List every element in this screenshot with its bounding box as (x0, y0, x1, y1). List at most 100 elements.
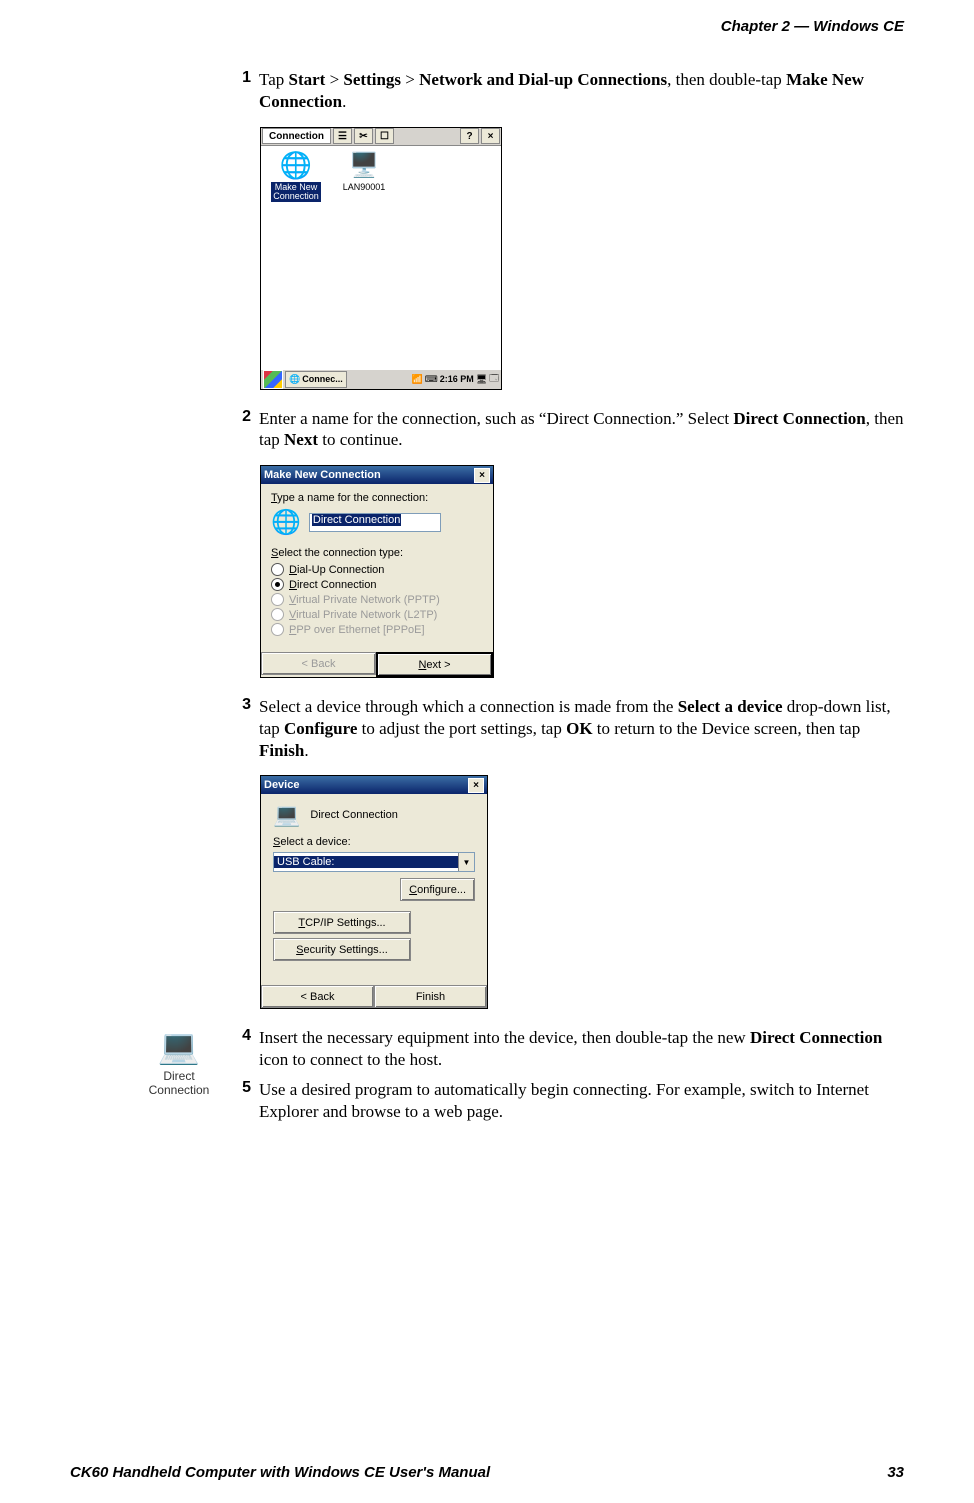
help-button[interactable]: ? (460, 128, 479, 144)
t: Configure (284, 719, 357, 738)
t: Direct Connection (750, 1028, 882, 1047)
t: to return to the Device screen, then tap (593, 719, 861, 738)
t: Direct (163, 1069, 194, 1083)
window-title: Connection (262, 128, 331, 144)
finish-button[interactable]: Finish (374, 985, 487, 1008)
step-text: Select a device through which a connecti… (259, 696, 904, 761)
toolbar-properties-icon[interactable]: ☐ (375, 128, 394, 144)
radio-icon (271, 578, 284, 591)
t: icon to connect to the host. (259, 1050, 442, 1069)
t: Network and Dial-up Connections (419, 70, 667, 89)
dialog-title: Device (264, 779, 299, 791)
t: Connection (149, 1083, 210, 1097)
radio-vpn-l2tp: Virtual Private Network (L2TP) (271, 608, 483, 621)
direct-connection-margin-icon: 💻 Direct Connection (136, 1027, 222, 1097)
running-head: Chapter 2 — Windows CE (70, 18, 904, 35)
back-button[interactable]: < Back (261, 985, 374, 1008)
t: Start (289, 70, 326, 89)
screenshot-make-new-connection-dialog: Make New Connection × Type a name for th… (260, 465, 494, 678)
radio-icon (271, 623, 284, 636)
toolbar-cut-icon[interactable]: ✂ (354, 128, 373, 144)
t: OK (566, 719, 592, 738)
dialog-title: Make New Connection (264, 469, 381, 481)
screenshot-connection-window: Connection ☰ ✂ ☐ ? × 🌐 Make NewConnectio… (260, 127, 502, 390)
t: to adjust the port settings, tap (357, 719, 566, 738)
select-device-label: Select a device: (273, 836, 475, 848)
taskbar: 🌐Connec... 📶 ⌨ 2:16 PM 🖥 🗔 (261, 369, 501, 389)
step-1: 1 Tap Start > Settings > Network and Dia… (232, 69, 904, 113)
device-select[interactable]: USB Cable: ▼ (273, 852, 475, 872)
select-value: USB Cable: (274, 856, 458, 868)
desktop-icon[interactable]: 🗔 (489, 371, 499, 387)
t: Settings (343, 70, 401, 89)
window-titlebar: Connection ☰ ✂ ☐ ? × (261, 128, 501, 146)
radio-dialup[interactable]: Dial-Up Connection (271, 563, 483, 576)
step-number: 4 (232, 1027, 251, 1071)
close-button[interactable]: × (474, 468, 490, 483)
connection-wizard-icon: 🌐 (271, 508, 301, 537)
t: > (401, 70, 419, 89)
step-text: Enter a name for the connection, such as… (259, 408, 904, 452)
step-5: 5 Use a desired program to automatically… (232, 1079, 904, 1123)
t: Tap (259, 70, 289, 89)
step-number: 3 (232, 696, 251, 761)
toolbar-icon[interactable]: ☰ (333, 128, 352, 144)
t: Select a device through which a connecti… (259, 697, 678, 716)
tcpip-settings-button[interactable]: TCP/IP Settings... (273, 911, 411, 934)
page-footer: CK60 Handheld Computer with Windows CE U… (70, 1464, 904, 1481)
radio-vpn-pptp: Virtual Private Network (PPTP) (271, 593, 483, 606)
step-3: 3 Select a device through which a connec… (232, 696, 904, 761)
step-number: 1 (232, 69, 251, 113)
computer-cable-icon: 💻 (136, 1027, 222, 1067)
dialog-titlebar: Device × (261, 776, 487, 794)
chevron-down-icon: ▼ (458, 853, 474, 871)
configure-button[interactable]: Configure... (400, 878, 475, 901)
t: Finish (259, 741, 304, 760)
close-button[interactable]: × (468, 778, 484, 793)
tray-icon[interactable]: 🖥 (476, 374, 487, 385)
window-body: 🌐 Make NewConnection 🖥️ LAN90001 (261, 146, 501, 380)
security-settings-button[interactable]: Security Settings... (273, 938, 411, 961)
radio-icon (271, 608, 284, 621)
radio-direct[interactable]: Direct Connection (271, 578, 483, 591)
page-number: 33 (887, 1464, 904, 1481)
close-button[interactable]: × (481, 128, 500, 144)
footer-title: CK60 Handheld Computer with Windows CE U… (70, 1464, 490, 1481)
t: Next (284, 430, 318, 449)
step-4: 4 Insert the necessary equipment into th… (232, 1027, 904, 1071)
type-label: Select the connection type: (271, 547, 483, 559)
globe-wizard-icon: 🌐 (280, 150, 312, 181)
step-number: 2 (232, 408, 251, 452)
t: Direct Connection (733, 409, 865, 428)
item-label: Make NewConnection (271, 182, 321, 203)
back-button: < Back (261, 652, 376, 675)
tray-icon[interactable]: ⌨ (425, 374, 438, 385)
next-button[interactable]: Next > (376, 652, 493, 677)
taskbar-item-connections[interactable]: 🌐Connec... (285, 371, 347, 388)
name-label: Type a name for the connection: (271, 492, 483, 504)
tray-icon[interactable]: 📶 (412, 374, 423, 385)
t: Insert the necessary equipment into the … (259, 1028, 750, 1047)
t: Select a device (678, 697, 783, 716)
lan-connection-item[interactable]: 🖥️ LAN90001 (337, 151, 391, 193)
t: . (304, 741, 308, 760)
item-label: LAN90001 (341, 182, 388, 193)
t: Enter a name for the connection, such as… (259, 409, 733, 428)
connection-heading: Direct Connection (310, 809, 397, 821)
network-adapter-icon: 🖥️ (349, 151, 379, 180)
step-text: Use a desired program to automatically b… (259, 1079, 904, 1123)
radio-icon (271, 563, 284, 576)
t: Connec... (302, 374, 343, 384)
t: > (325, 70, 343, 89)
radio-icon (271, 593, 284, 606)
step-2: 2 Enter a name for the connection, such … (232, 408, 904, 452)
start-button[interactable] (263, 370, 283, 389)
step-text: Insert the necessary equipment into the … (259, 1027, 904, 1071)
screenshot-device-dialog: Device × 💻 Direct Connection Select a de… (260, 775, 488, 1009)
radio-pppoe: PPP over Ethernet [PPPoE] (271, 623, 483, 636)
connection-name-input[interactable]: Direct Connection (309, 513, 441, 532)
clock: 2:16 PM (440, 374, 474, 384)
make-new-connection-item[interactable]: 🌐 Make NewConnection (269, 151, 323, 203)
t: to continue. (318, 430, 403, 449)
t: Use a desired program to automatically b… (259, 1080, 869, 1121)
